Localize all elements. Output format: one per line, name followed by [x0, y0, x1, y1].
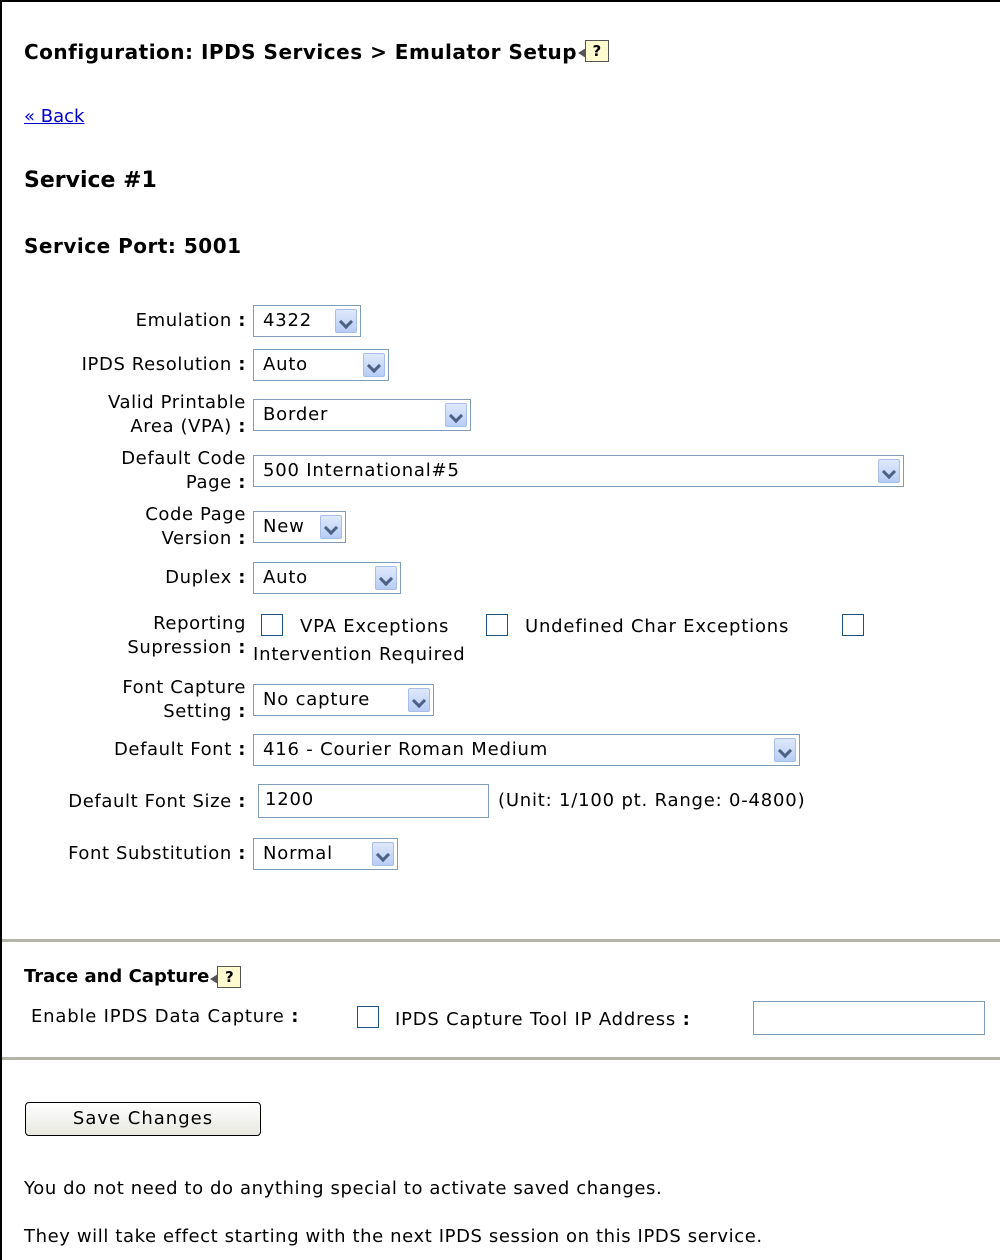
code-page-version-select[interactable]: New: [253, 511, 346, 543]
vpa-label-line1: Valid Printable: [107, 392, 246, 413]
default-font-value: 416 - Courier Roman Medium: [263, 739, 549, 760]
colon: :: [238, 416, 246, 437]
colon: :: [238, 637, 246, 658]
chevron-down-icon[interactable]: [363, 353, 385, 377]
colon: :: [291, 1006, 300, 1027]
colon: :: [238, 843, 246, 864]
font-capture-select[interactable]: No capture: [253, 684, 434, 716]
undefined-char-exceptions-label: Undefined Char Exceptions: [525, 616, 790, 637]
duplex-select[interactable]: Auto: [253, 562, 401, 594]
back-link[interactable]: « Back: [24, 106, 84, 127]
font-substitution-label-text: Font Substitution: [68, 843, 232, 864]
code-page-version-label-line2: Version: [161, 528, 232, 549]
reporting-supression-label-line2: Supression: [127, 637, 232, 658]
default-font-size-label-text: Default Font Size: [68, 791, 232, 812]
duplex-label: Duplex :: [6, 566, 246, 590]
emulation-select[interactable]: 4322: [253, 305, 361, 337]
chevron-down-icon[interactable]: [320, 515, 342, 539]
note-line-1: You do not need to do anything special t…: [24, 1178, 663, 1199]
intervention-required-label: Intervention Required: [253, 644, 466, 665]
font-capture-label: Font Capture Setting :: [6, 676, 246, 724]
ipds-resolution-select[interactable]: Auto: [253, 349, 389, 381]
font-capture-label-line2: Setting: [163, 701, 232, 722]
divider: [2, 1057, 1000, 1060]
undefined-char-exceptions-checkbox[interactable]: [486, 614, 508, 636]
capture-ip-label: IPDS Capture Tool IP Address :: [395, 1009, 691, 1030]
trace-capture-heading-text: Trace and Capture: [24, 966, 210, 987]
enable-capture-label: Enable IPDS Data Capture :: [31, 1006, 299, 1027]
chevron-down-icon[interactable]: [774, 738, 796, 762]
colon: :: [238, 739, 246, 760]
reporting-supression-label-line1: Reporting: [153, 613, 246, 634]
default-code-page-value: 500 International#5: [263, 460, 460, 481]
vpa-exceptions-label: VPA Exceptions: [300, 616, 450, 637]
default-font-select[interactable]: 416 - Courier Roman Medium: [253, 734, 800, 766]
service-port-heading: Service Port: 5001: [24, 234, 242, 258]
code-page-version-label: Code Page Version :: [6, 503, 246, 551]
font-substitution-value: Normal: [263, 843, 333, 864]
ipds-resolution-label-text: IPDS Resolution: [81, 354, 232, 375]
vpa-exceptions-checkbox[interactable]: [261, 614, 283, 636]
font-substitution-select[interactable]: Normal: [253, 838, 398, 870]
default-code-page-label: Default Code Page :: [6, 447, 246, 495]
page-title-text: Configuration: IPDS Services > Emulator …: [24, 40, 578, 64]
capture-ip-input[interactable]: [753, 1001, 985, 1035]
enable-capture-checkbox[interactable]: [357, 1006, 379, 1028]
colon: :: [238, 310, 246, 331]
chevron-down-icon[interactable]: [372, 842, 394, 866]
default-code-page-label-line1: Default Code: [121, 448, 246, 469]
font-substitution-label: Font Substitution :: [6, 842, 246, 866]
colon: :: [238, 528, 246, 549]
vpa-label: Valid Printable Area (VPA) :: [6, 391, 246, 439]
note-line-2: They will take effect starting with the …: [24, 1226, 763, 1247]
reporting-supression-label: Reporting Supression :: [6, 612, 246, 660]
service-heading: Service #1: [24, 168, 157, 193]
default-font-label-text: Default Font: [113, 739, 232, 760]
capture-ip-label-text: IPDS Capture Tool IP Address: [395, 1009, 677, 1030]
emulation-label: Emulation :: [6, 309, 246, 333]
emulation-value: 4322: [263, 310, 313, 331]
vpa-label-line2: Area (VPA): [130, 416, 232, 437]
colon: :: [238, 567, 246, 588]
chevron-down-icon[interactable]: [878, 459, 900, 483]
default-font-size-label: Default Font Size :: [6, 790, 246, 814]
chevron-down-icon[interactable]: [335, 309, 357, 333]
chevron-down-icon[interactable]: [375, 566, 397, 590]
duplex-label-text: Duplex: [165, 567, 232, 588]
vpa-select[interactable]: Border: [253, 399, 471, 431]
code-page-version-value: New: [263, 516, 305, 537]
default-code-page-select[interactable]: 500 International#5: [253, 455, 904, 487]
colon: :: [238, 791, 246, 812]
colon: :: [682, 1009, 691, 1030]
save-changes-button[interactable]: Save Changes: [25, 1102, 261, 1136]
font-capture-value: No capture: [263, 689, 371, 710]
default-font-size-hint: (Unit: 1/100 pt. Range: 0-4800): [498, 790, 806, 811]
help-icon[interactable]: ?: [578, 40, 610, 62]
chevron-down-icon[interactable]: [408, 688, 430, 712]
page-title: Configuration: IPDS Services > Emulator …: [24, 40, 610, 64]
intervention-required-checkbox[interactable]: [842, 614, 864, 636]
default-font-size-input[interactable]: 1200: [258, 784, 489, 818]
chevron-down-icon[interactable]: [445, 403, 467, 427]
vpa-value: Border: [263, 404, 329, 425]
duplex-value: Auto: [263, 567, 308, 588]
default-font-size-value: 1200: [265, 789, 315, 810]
trace-capture-heading: Trace and Capture?: [24, 966, 242, 988]
enable-capture-label-text: Enable IPDS Data Capture: [31, 1006, 285, 1027]
divider: [2, 939, 1000, 942]
default-font-label: Default Font :: [6, 738, 246, 762]
font-capture-label-line1: Font Capture: [122, 677, 246, 698]
code-page-version-label-line1: Code Page: [145, 504, 246, 525]
emulation-label-text: Emulation: [135, 310, 232, 331]
ipds-resolution-value: Auto: [263, 354, 308, 375]
help-icon[interactable]: ?: [210, 966, 242, 988]
colon: :: [238, 701, 246, 722]
default-code-page-label-line2: Page: [185, 472, 232, 493]
ipds-resolution-label: IPDS Resolution :: [6, 353, 246, 377]
colon: :: [238, 354, 246, 375]
colon: :: [238, 472, 246, 493]
